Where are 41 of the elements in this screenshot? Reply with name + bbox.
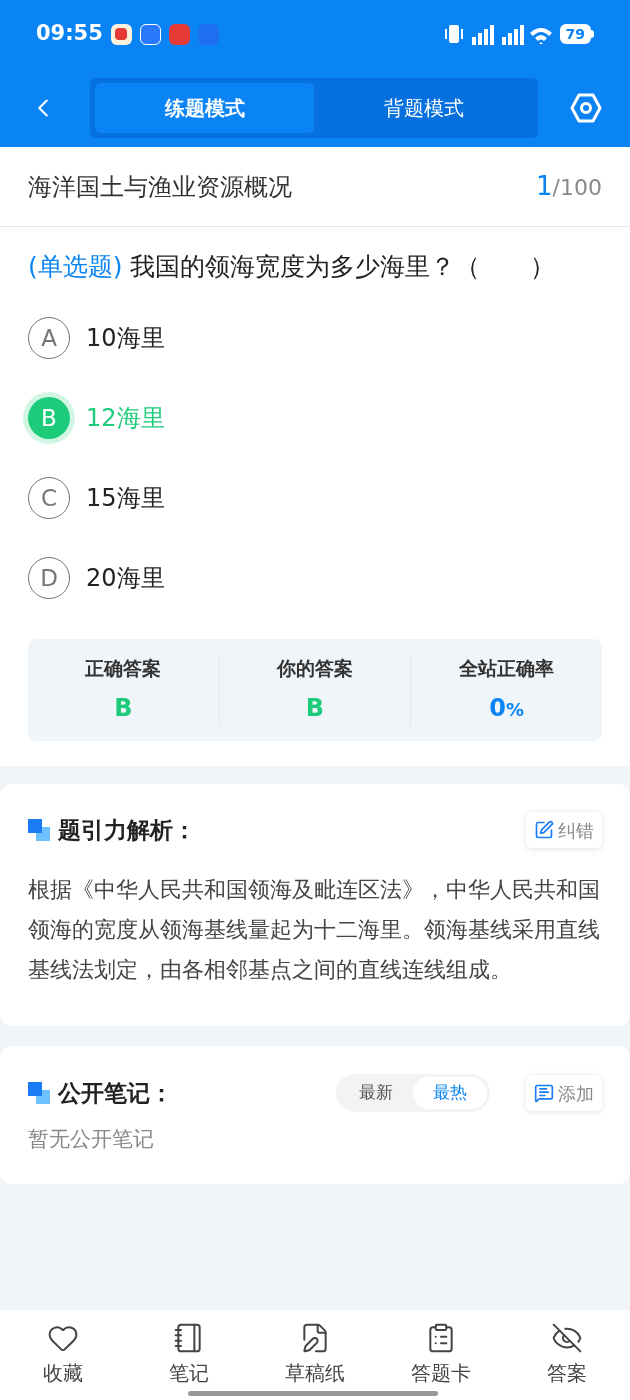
result-label: 全站正确率 bbox=[459, 655, 555, 681]
section-title: 公开笔记： bbox=[58, 1078, 173, 1108]
app-icon bbox=[110, 23, 132, 45]
status-time: 09:55 bbox=[36, 20, 103, 48]
squares-icon bbox=[28, 819, 50, 841]
result-value: B bbox=[305, 693, 325, 725]
sort-tab[interactable]: 最新 bbox=[339, 1077, 413, 1109]
mode-tab[interactable]: 练题模式 bbox=[95, 82, 314, 133]
nav-item[interactable]: 答题卡 bbox=[391, 1322, 491, 1388]
total-count: /100 bbox=[552, 174, 602, 202]
current-number: 1 bbox=[536, 170, 553, 203]
squares-icon bbox=[28, 1082, 50, 1104]
result-value: B bbox=[114, 693, 133, 725]
app-icon bbox=[139, 23, 161, 45]
report-error-button[interactable]: 纠错 bbox=[526, 812, 602, 848]
sort-tab[interactable]: 最热 bbox=[413, 1077, 487, 1109]
answer-option[interactable]: C 15海里 bbox=[28, 477, 602, 519]
nav-item[interactable]: 答案 bbox=[517, 1322, 617, 1388]
analysis-text: 根据《中华人民共和国领海及毗连区法》，中华人民共和国领海的宽度从领海基线量起为十二海里。领海基线采用直线基线法划定，由各相邻基点之间的直线连线组成。 bbox=[28, 876, 601, 984]
chapter-title: 海洋国土与渔业资源概况 bbox=[28, 171, 292, 203]
app-icon bbox=[168, 23, 190, 45]
result-label: 你的答案 bbox=[277, 655, 353, 681]
result-value: 0% bbox=[489, 693, 525, 725]
nav-item[interactable]: 收藏 bbox=[13, 1322, 113, 1388]
answer-option[interactable]: D 20海里 bbox=[28, 557, 602, 599]
add-note-button[interactable]: 添加 bbox=[526, 1075, 602, 1111]
result-label: 正确答案 bbox=[85, 655, 162, 681]
comment-icon bbox=[534, 1083, 554, 1103]
eye-off-icon bbox=[551, 1322, 583, 1354]
answer-option[interactable]: A 10海里 bbox=[28, 317, 602, 359]
edit-icon bbox=[534, 820, 554, 840]
section-title: 题引力解析： bbox=[58, 815, 196, 845]
nav-item[interactable]: 笔记 bbox=[139, 1322, 239, 1388]
mode-tab[interactable]: 背题模式 bbox=[314, 82, 533, 133]
battery-icon: 79 bbox=[559, 24, 594, 44]
vibrate-icon bbox=[443, 23, 464, 45]
signal-icon bbox=[471, 23, 552, 45]
nav-item[interactable]: 草稿纸 bbox=[265, 1322, 365, 1388]
empty-notes-text: 暂无公开笔记 bbox=[28, 1126, 155, 1153]
question-text: (单选题) 我国的领海宽度为多少海里？（ ） bbox=[28, 251, 557, 283]
settings-icon[interactable] bbox=[570, 91, 602, 124]
